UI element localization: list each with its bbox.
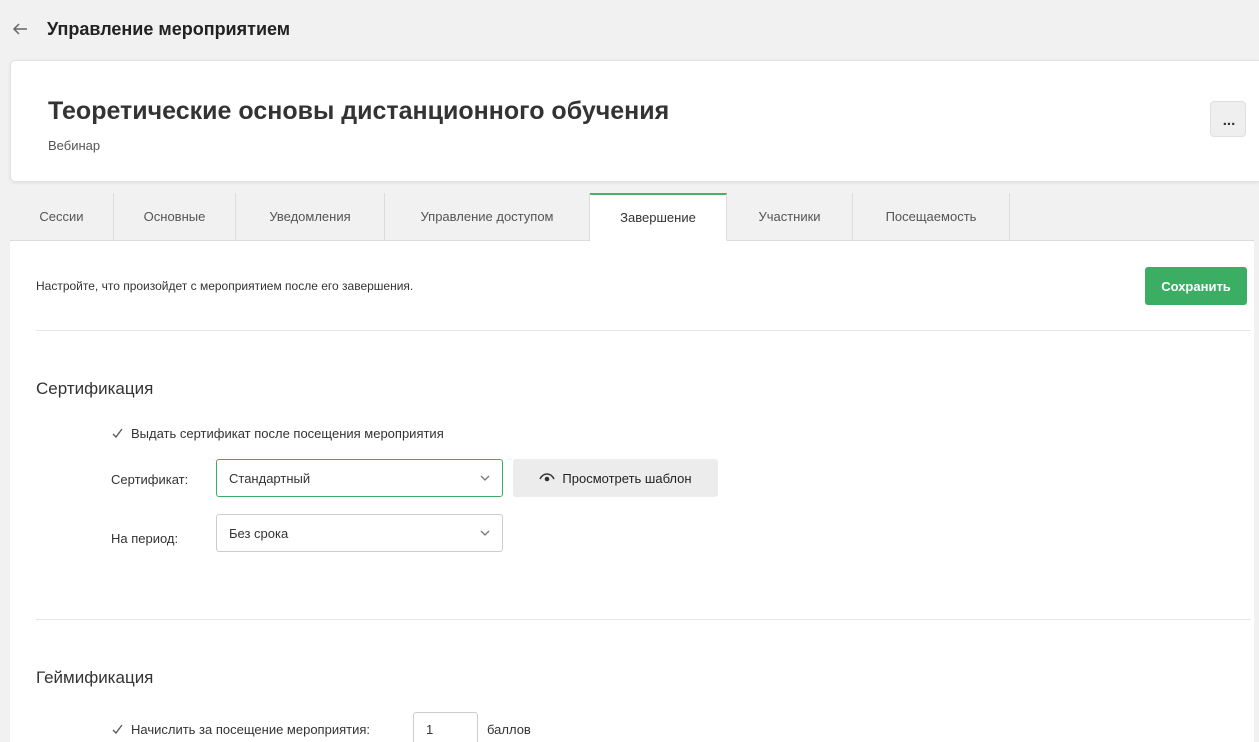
check-icon: [111, 427, 124, 440]
chevron-down-icon: [479, 472, 491, 484]
tab-notifications[interactable]: Уведомления: [236, 193, 385, 241]
tab-sessions[interactable]: Сессии: [10, 193, 114, 241]
completion-intro: Настройте, что произойдет с мероприятием…: [36, 279, 414, 293]
award-points-checkbox[interactable]: Начислить за посещение мероприятия:: [111, 722, 370, 737]
certification-section-title: Сертификация: [36, 379, 154, 398]
more-options-icon: ...: [1222, 112, 1236, 129]
tab-completion[interactable]: Завершение: [590, 193, 727, 241]
more-options-button[interactable]: ...: [1210, 101, 1246, 137]
preview-template-label: Просмотреть шаблон: [562, 470, 692, 486]
certificate-value: Стандартный: [229, 471, 311, 486]
event-title: Теоретические основы дистанционного обуч…: [48, 97, 670, 125]
event-type: Вебинар: [48, 138, 101, 153]
gamification-section-title: Геймификация: [36, 668, 154, 687]
award-points-label: Начислить за посещение мероприятия:: [131, 722, 370, 737]
back-arrow-icon[interactable]: [10, 19, 30, 39]
tab-main[interactable]: Основные: [114, 193, 236, 241]
points-input[interactable]: 1: [413, 712, 478, 742]
divider: [36, 330, 1251, 331]
period-select[interactable]: Без срока: [216, 514, 503, 552]
page-title: Управление мероприятием: [47, 19, 291, 39]
certificate-label: Сертификат:: [111, 472, 189, 487]
period-label: На период:: [111, 531, 179, 546]
save-button[interactable]: Сохранить: [1145, 267, 1247, 305]
check-icon: [111, 723, 124, 736]
tab-attendance[interactable]: Посещаемость: [853, 193, 1010, 241]
certificate-select[interactable]: Стандартный: [216, 459, 503, 497]
eye-icon: [539, 472, 556, 484]
period-value: Без срока: [229, 526, 289, 541]
divider: [36, 619, 1251, 620]
tab-participants[interactable]: Участники: [727, 193, 853, 241]
chevron-down-icon: [479, 527, 491, 539]
issue-certificate-checkbox[interactable]: Выдать сертификат после посещения меропр…: [111, 426, 444, 441]
tab-bar: Сессии Основные Уведомления Управление д…: [10, 193, 1254, 241]
tab-access-control[interactable]: Управление доступом: [385, 193, 590, 241]
issue-certificate-label: Выдать сертификат после посещения меропр…: [131, 426, 444, 441]
points-unit: баллов: [487, 722, 531, 737]
top-bar: Управление мероприятием: [0, 0, 1259, 60]
tab-bar-filler: [1010, 193, 1254, 241]
event-card: Теоретические основы дистанционного обуч…: [10, 60, 1259, 182]
completion-panel: Настройте, что произойдет с мероприятием…: [10, 241, 1254, 742]
preview-template-button[interactable]: Просмотреть шаблон: [513, 459, 718, 497]
